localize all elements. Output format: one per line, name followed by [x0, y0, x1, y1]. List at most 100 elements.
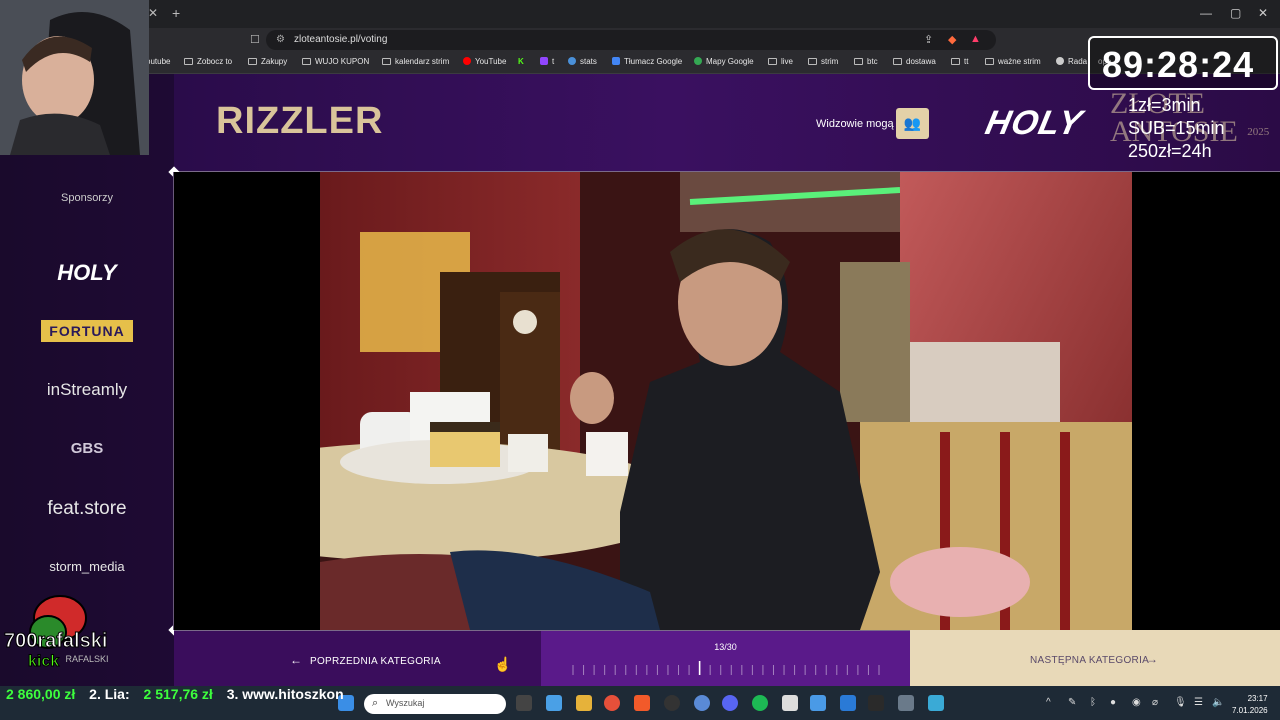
sponsor-instreamly-logo[interactable]: inStreamly	[0, 380, 174, 400]
url-field[interactable]: ⚙ zloteantosie.pl/voting ⇪ ◆ ▲	[266, 30, 996, 50]
progress-ticks	[572, 661, 880, 675]
bookmark-item[interactable]: Tłumacz Google	[612, 57, 682, 66]
bookmark-item[interactable]: live	[768, 57, 793, 66]
notes-icon[interactable]	[898, 695, 914, 711]
voting-page: RIZZLER Widzowie mogą 👥 HOLY ZŁOTE ANTOS…	[0, 74, 1280, 686]
timer-value: 89:28:24	[1102, 44, 1255, 85]
rate-line: SUB=15min	[1128, 118, 1225, 138]
wifi-icon[interactable]: ☰	[1194, 697, 1203, 708]
bookmark-item[interactable]: Mapy Google	[694, 57, 754, 66]
translate-icon	[612, 57, 620, 65]
brave-rewards-icon[interactable]: ▲	[970, 33, 981, 45]
tab-close-icon[interactable]: ✕	[148, 6, 158, 20]
bookmark-item[interactable]: kalendarz strim	[382, 57, 449, 66]
folder-icon	[951, 58, 960, 65]
bookmark-item[interactable]: WUJO KUPON	[302, 57, 369, 66]
task-view-icon[interactable]	[516, 695, 532, 711]
app-blue-icon[interactable]	[928, 695, 944, 711]
spotify-icon[interactable]	[752, 695, 768, 711]
category-title: RIZZLER	[216, 100, 384, 142]
bookmark-item[interactable]: t	[540, 57, 554, 66]
site-info-icon[interactable]: ⚙	[276, 34, 285, 45]
network-icon[interactable]: ⌀	[1152, 697, 1158, 708]
sponsors-label: Sponsorzy	[61, 192, 113, 204]
app-dark-icon[interactable]	[868, 695, 884, 711]
bookmark-item[interactable]: YouTube	[463, 57, 506, 66]
drop-icon	[1056, 57, 1064, 65]
arrow-left-icon: ←	[290, 653, 302, 667]
new-tab-icon[interactable]: +	[172, 5, 180, 21]
sponsor-fortuna-logo[interactable]: FORTUNA	[0, 320, 174, 342]
bookmark-item[interactable]: strim	[808, 57, 838, 66]
clock-date: 7.01.2026	[1232, 706, 1268, 715]
progress-count: 13/30	[714, 642, 737, 652]
bookmark-icon[interactable]: ☐	[250, 33, 260, 46]
bookmark-item[interactable]: outube	[146, 57, 170, 66]
tray-app-icon[interactable]: ●	[1110, 697, 1116, 708]
streamer-logo-text: 700rafalski	[3, 630, 108, 653]
microphone-icon[interactable]: 🎙	[1174, 697, 1187, 708]
calculator-icon[interactable]	[810, 695, 826, 711]
video-frame	[320, 172, 1132, 630]
taskbar-clock[interactable]: 23:17 7.01.2026	[1232, 693, 1268, 717]
app-x-icon[interactable]	[840, 695, 856, 711]
bookmark-item[interactable]: stats	[568, 57, 597, 66]
discord-icon[interactable]	[722, 695, 738, 711]
folder-icon	[302, 58, 311, 65]
pen-icon[interactable]: ✎	[1068, 697, 1076, 708]
bookmark-item[interactable]: btc	[854, 57, 878, 66]
rate-line: 250zł=24h	[1128, 141, 1212, 161]
sponsor-gbs-logo[interactable]: GBS	[0, 440, 174, 457]
folder-icon	[985, 58, 994, 65]
folder-icon	[184, 58, 193, 65]
volume-icon[interactable]: 🔈	[1212, 697, 1224, 708]
folder-icon	[854, 58, 863, 65]
controller-icon[interactable]	[782, 695, 798, 711]
folder-icon	[808, 58, 817, 65]
clock-time: 23:17	[1247, 694, 1268, 703]
viewers-label: Widzowie mogą	[816, 118, 894, 130]
chrome-icon[interactable]	[604, 695, 620, 711]
ticker-name: 3. www.hitoszkon	[226, 686, 344, 702]
maximize-icon[interactable]: ▢	[1230, 6, 1241, 20]
share-icon[interactable]: ⇪	[924, 33, 933, 46]
obs-icon[interactable]	[664, 695, 680, 711]
webcam-overlay	[0, 0, 149, 155]
folder-icon	[893, 58, 902, 65]
app-icon[interactable]	[694, 695, 710, 711]
rate-line: 1zł=3min	[1128, 95, 1201, 115]
folder-icon	[382, 58, 391, 65]
tray-chevron-icon[interactable]: ^	[1046, 697, 1051, 708]
bookmark-item[interactable]: Zobocz to	[184, 57, 232, 66]
next-category-button[interactable]: NASTĘPNA KATEGORIA →	[910, 630, 1280, 686]
video-player[interactable]	[174, 172, 1280, 630]
brave-icon[interactable]	[634, 695, 650, 711]
sponsor-holy-logo[interactable]: HOLY	[0, 260, 174, 286]
file-explorer-icon[interactable]	[576, 695, 592, 711]
brave-shield-icon[interactable]: ◆	[948, 33, 956, 46]
tray-app2-icon[interactable]: ◉	[1132, 697, 1141, 708]
arrow-right-icon: →	[1146, 652, 1158, 666]
prev-category-label: POPRZEDNIA KATEGORIA	[310, 656, 441, 667]
users-icon: 👥	[903, 115, 922, 131]
close-window-icon[interactable]: ✕	[1258, 6, 1268, 20]
bluetooth-icon[interactable]: ᛒ	[1090, 697, 1096, 708]
bookmark-item[interactable]: Rada	[1056, 57, 1087, 66]
bookmark-item[interactable]: ważne strim	[985, 57, 1041, 66]
ticker-amount: 2 860,00 zł	[6, 686, 76, 702]
prev-category-button[interactable]: ← POPRZEDNIA KATEGORIA	[174, 630, 541, 686]
category-progress: 13/30	[541, 630, 910, 686]
holy-logo: HOLY	[982, 104, 1087, 142]
donation-ticker: 2 860,00 zł 2. Lia: 2 517,76 zł 3. www.h…	[0, 686, 460, 706]
bookmark-item[interactable]: dostawa	[893, 57, 936, 66]
bookmark-item[interactable]: tt	[951, 57, 968, 66]
store-icon[interactable]	[546, 695, 562, 711]
bookmark-item[interactable]: Zakupy	[248, 57, 287, 66]
next-category-label: NASTĘPNA KATEGORIA	[1030, 655, 1150, 666]
sponsor-stormmedia-logo[interactable]: storm_media	[0, 559, 174, 574]
minimize-icon[interactable]: —	[1200, 6, 1212, 20]
category-nav-bar: ← POPRZEDNIA KATEGORIA 13/30 NASTĘPNA KA…	[174, 630, 1280, 686]
viewers-button[interactable]: 👥	[896, 108, 929, 139]
kick-icon[interactable]: K	[518, 57, 524, 66]
sponsor-featstore-logo[interactable]: feat.store	[0, 498, 174, 520]
